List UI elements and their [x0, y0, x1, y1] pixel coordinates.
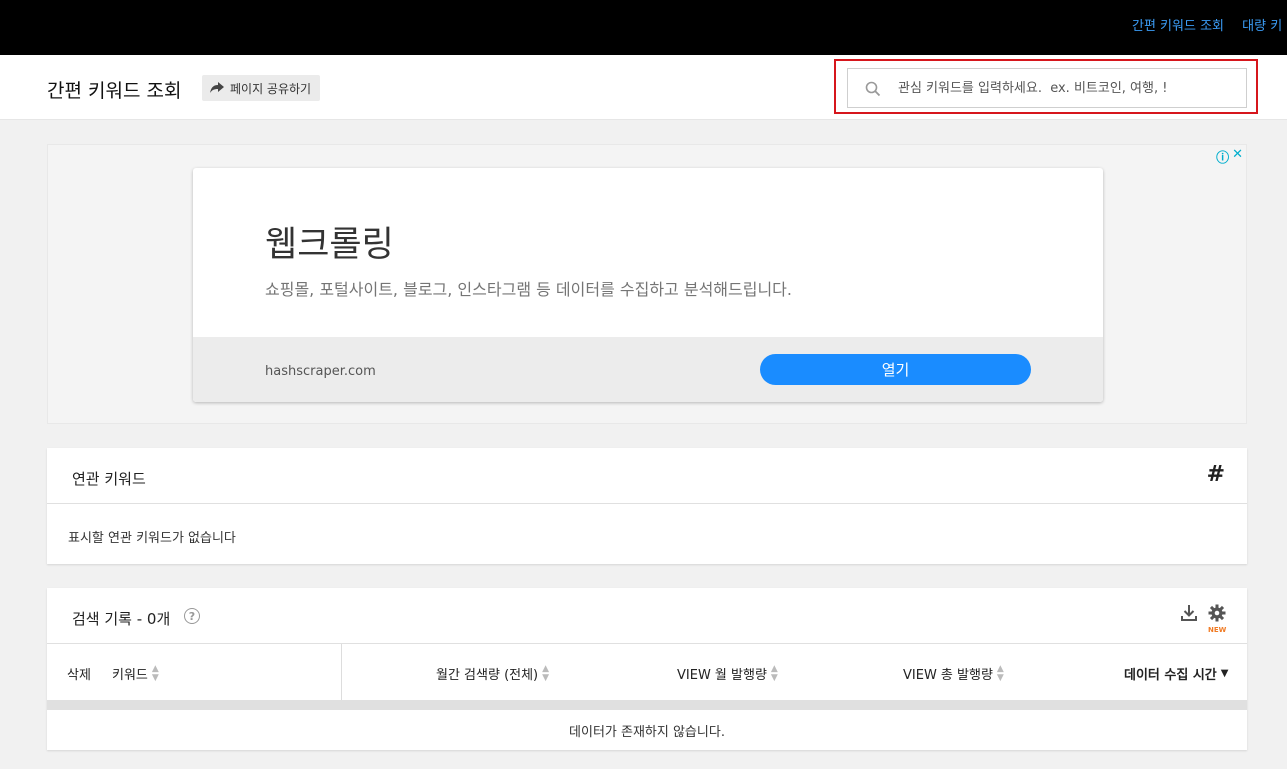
ad-title: 웹크롤링: [265, 225, 394, 265]
new-badge: NEW: [1208, 626, 1227, 634]
history-table-header: 삭제 키워드 ▲ ▼ 월간 검색량 (전체) ▲ ▼ VIEW 월 발행량 ▲ ▼ V…: [47, 644, 1247, 700]
column-collected-time[interactable]: 데이터 수집 시간 ▼: [1124, 664, 1228, 683]
ad-controls: ⓘ ✕: [1216, 147, 1243, 166]
ad-close-icon[interactable]: ✕: [1232, 147, 1243, 166]
ad-info-icon[interactable]: ⓘ: [1216, 147, 1229, 166]
help-icon[interactable]: ?: [184, 608, 200, 624]
page-title: 간편 키워드 조회: [47, 80, 182, 102]
related-keywords-header: 연관 키워드 #: [47, 448, 1247, 504]
sort-icon: ▲ ▼: [542, 663, 550, 683]
column-monthly-search[interactable]: 월간 검색량 (전체) ▲ ▼: [436, 664, 549, 683]
gear-icon[interactable]: [1208, 604, 1226, 622]
column-view-monthly-label: VIEW 월 발행량: [677, 668, 767, 683]
ad-open-button[interactable]: 열기: [760, 354, 1031, 385]
sort-icon: ▲ ▼: [770, 663, 778, 683]
sort-icon: ▲ ▼: [151, 663, 159, 683]
ad-footer: hashscraper.com 열기: [193, 337, 1103, 402]
sort-icon: ▲ ▼: [996, 663, 1004, 683]
nav-link-simple-keyword[interactable]: 간편 키워드 조회: [1132, 19, 1224, 34]
column-view-monthly[interactable]: VIEW 월 발행량 ▲ ▼: [677, 664, 778, 683]
column-keyword-label: 키워드: [112, 668, 148, 683]
table-header-divider: [47, 700, 1247, 710]
hashtag-icon[interactable]: #: [1207, 462, 1225, 487]
column-collected-time-label: 데이터 수집 시간: [1124, 668, 1217, 683]
column-monthly-search-label: 월간 검색량 (전체): [436, 668, 539, 683]
share-page-label: 페이지 공유하기: [230, 81, 312, 96]
column-view-total[interactable]: VIEW 총 발행량 ▲ ▼: [903, 664, 1004, 683]
search-history-header: 검색 기록 - 0개 ? NEW: [47, 588, 1247, 644]
nav-link-bulk-keyword[interactable]: 대량 키: [1242, 19, 1282, 34]
search-history-title: 검색 기록 - 0개: [72, 610, 171, 628]
top-navigation-bar: 간편 키워드 조회 대량 키: [0, 0, 1287, 55]
related-keywords-card: 연관 키워드 # 표시할 연관 키워드가 없습니다: [47, 448, 1247, 564]
search-history-card: 검색 기록 - 0개 ? NEW 삭제 키워드 ▲ ▼ 월간 검색량 (전체) ▲…: [47, 588, 1247, 750]
column-delete-label: 삭제: [67, 668, 91, 683]
ad-description: 쇼핑몰, 포털사이트, 블로그, 인스타그램 등 데이터를 수집하고 분석해드립…: [265, 280, 792, 299]
column-delete: 삭제: [67, 664, 91, 683]
column-divider: [341, 644, 342, 700]
column-keyword[interactable]: 키워드 ▲ ▼: [112, 664, 159, 683]
ad-domain: hashscraper.com: [265, 364, 376, 379]
share-arrow-icon: [210, 82, 224, 93]
download-icon[interactable]: [1180, 604, 1198, 622]
related-keywords-title: 연관 키워드: [72, 470, 146, 488]
keyword-search-input[interactable]: [898, 69, 1243, 107]
column-view-total-label: VIEW 총 발행량: [903, 668, 993, 683]
sort-desc-icon: ▼: [1220, 668, 1229, 679]
ad-card[interactable]: 웹크롤링 쇼핑몰, 포털사이트, 블로그, 인스타그램 등 데이터를 수집하고 …: [193, 168, 1103, 402]
history-empty-message: 데이터가 존재하지 않습니다.: [569, 725, 725, 740]
advertisement: ⓘ ✕ 웹크롤링 쇼핑몰, 포털사이트, 블로그, 인스타그램 등 데이터를 수…: [47, 144, 1247, 424]
keyword-search-box: [847, 68, 1247, 108]
top-nav: 간편 키워드 조회 대량 키: [1132, 15, 1287, 34]
related-keywords-empty-message: 표시할 연관 키워드가 없습니다: [68, 531, 236, 546]
share-page-button[interactable]: 페이지 공유하기: [202, 75, 321, 101]
search-icon: [865, 81, 881, 97]
